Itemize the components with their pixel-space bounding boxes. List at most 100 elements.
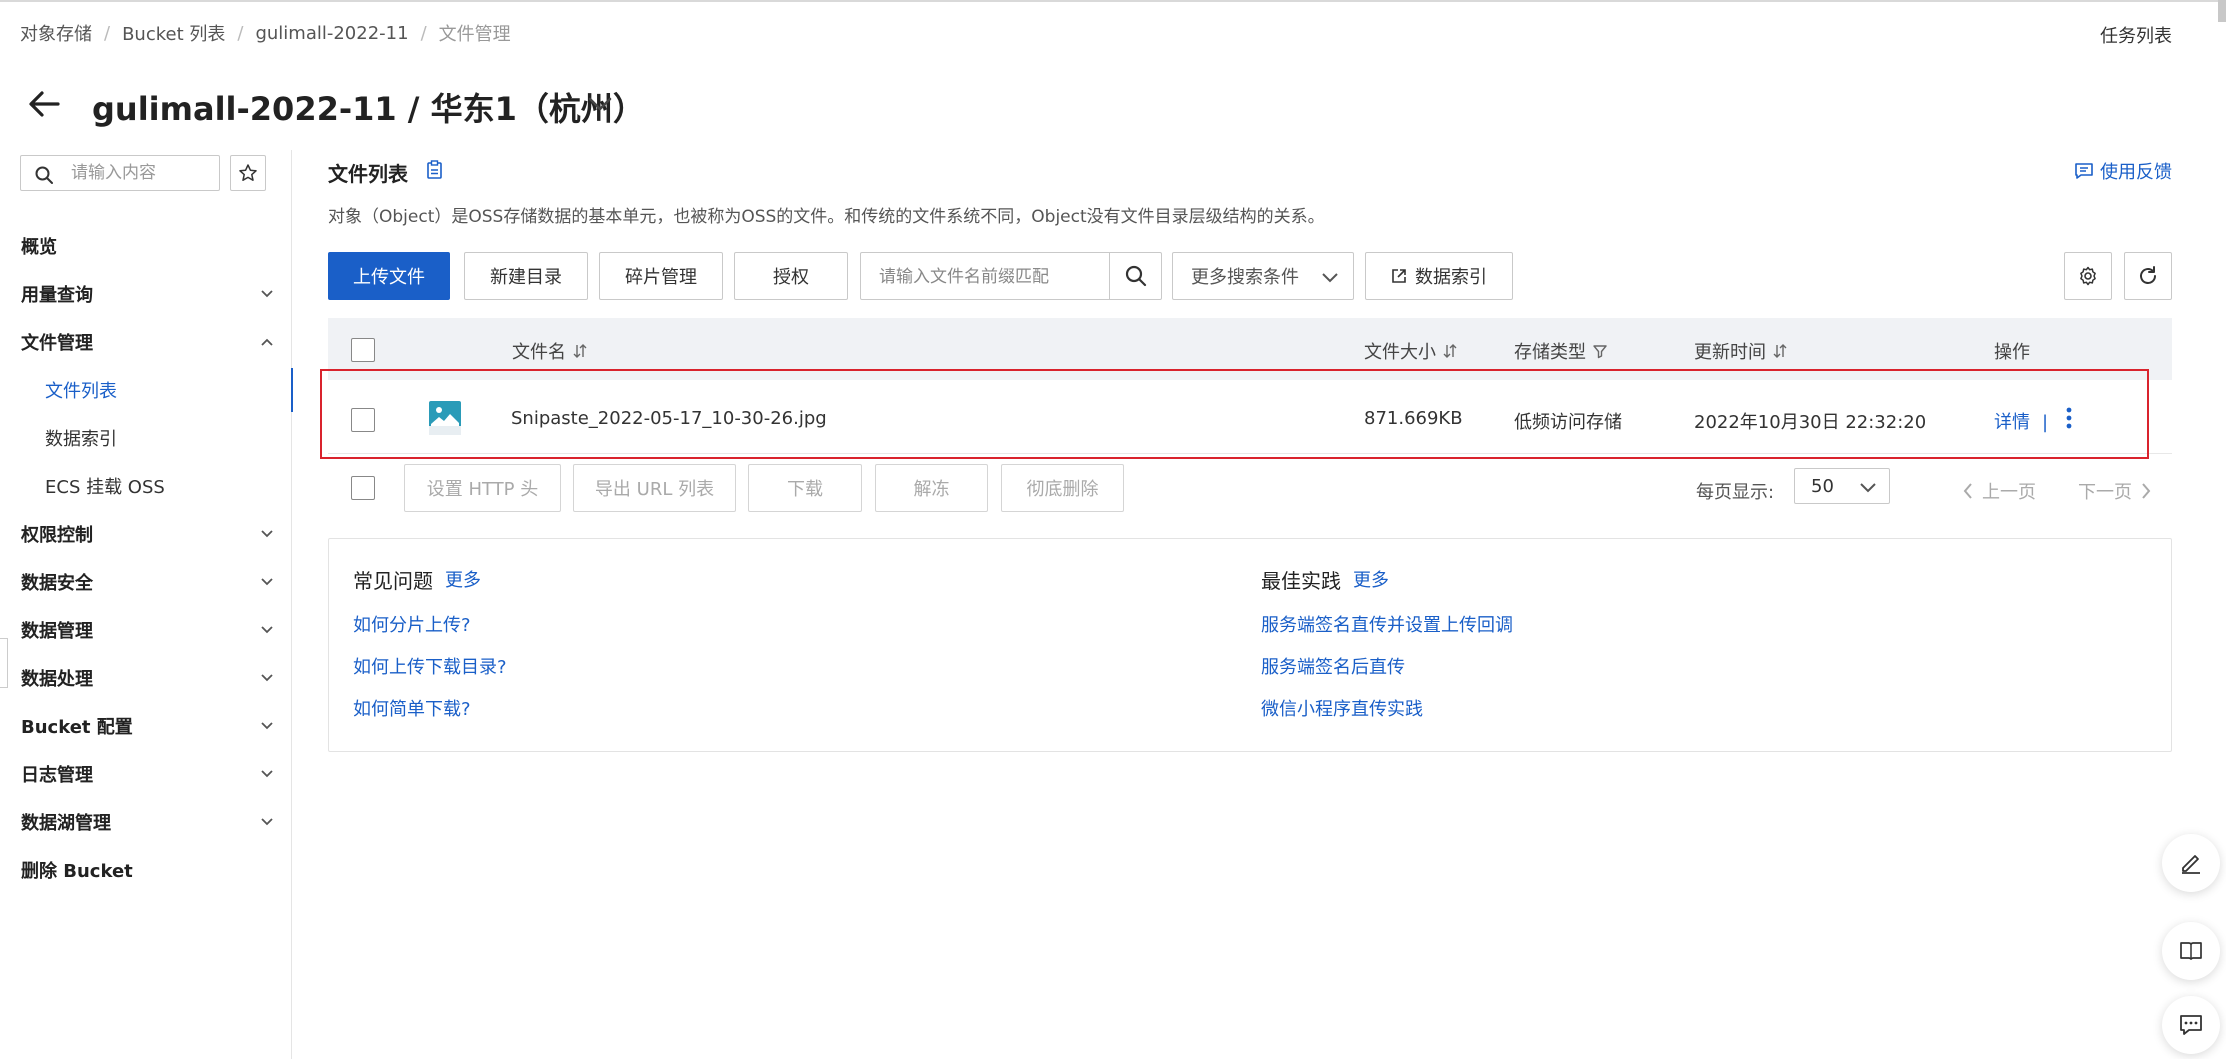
image-file-icon xyxy=(428,400,462,441)
bulk-select-checkbox[interactable] xyxy=(351,476,375,500)
select-all-checkbox[interactable] xyxy=(351,338,375,362)
breadcrumb-separator: / xyxy=(104,22,111,44)
export-url-button[interactable]: 导出 URL 列表 xyxy=(573,464,736,512)
best-practice-more-link[interactable]: 更多 xyxy=(1353,566,1389,592)
chevron-right-icon xyxy=(2142,483,2151,499)
sidebar-item-bucket-config[interactable]: Bucket 配置 xyxy=(0,702,292,750)
next-page-button[interactable]: 下一页 xyxy=(2078,478,2152,504)
breadcrumb-separator: / xyxy=(420,22,427,44)
download-button[interactable]: 下载 xyxy=(748,464,862,512)
help-card: 常见问题 更多 如何分片上传? 如何上传下载目录? 如何简单下载? 最佳实践 更多 … xyxy=(328,538,2172,752)
authorize-button[interactable]: 授权 xyxy=(734,252,848,300)
sidebar-collapse-tab[interactable] xyxy=(0,638,8,688)
page-size-select[interactable]: 50 xyxy=(1794,468,1890,504)
sidebar-search[interactable] xyxy=(20,155,220,191)
clipboard-icon[interactable] xyxy=(426,160,444,185)
search-icon xyxy=(35,166,53,184)
sidebar-item-delete-bucket[interactable]: 删除 Bucket xyxy=(0,846,292,894)
new-directory-button[interactable]: 新建目录 xyxy=(464,252,588,300)
chevron-left-icon xyxy=(1963,483,1972,499)
faq-link[interactable]: 如何分片上传? xyxy=(353,611,507,636)
sidebar-search-input[interactable] xyxy=(71,160,211,186)
sidebar-item-usage[interactable]: 用量查询 xyxy=(0,270,292,318)
sidebar-item-data-processing[interactable]: 数据处理 xyxy=(0,654,292,702)
best-practice-link[interactable]: 服务端签名后直传 xyxy=(1261,653,1513,678)
task-list-link[interactable]: 任务列表 xyxy=(2100,22,2172,48)
table-header: 文件名 文件大小 存储类型 更新时间 操作 xyxy=(328,318,2172,380)
chevron-down-icon xyxy=(261,578,273,586)
more-vertical-icon[interactable] xyxy=(2064,406,2074,435)
prev-page-button[interactable]: 上一页 xyxy=(1962,478,2036,504)
ops-separator: | xyxy=(2042,412,2049,433)
row-operations: 详情 | xyxy=(1994,408,2060,434)
file-name-link[interactable]: Snipaste_2022-05-17_10-30-26.jpg xyxy=(511,408,827,429)
feedback-icon xyxy=(2075,163,2093,179)
chat-icon[interactable] xyxy=(2162,996,2220,1054)
upload-button[interactable]: 上传文件 xyxy=(328,252,450,300)
sidebar-item-data-security[interactable]: 数据安全 xyxy=(0,558,292,606)
sidebar-item-ecs-mount[interactable]: ECS 挂载 OSS xyxy=(0,462,292,510)
faq-title: 常见问题 xyxy=(353,568,433,593)
chevron-down-icon xyxy=(261,674,273,682)
chevron-down-icon xyxy=(261,818,273,826)
top-border xyxy=(0,0,2226,2)
column-operations: 操作 xyxy=(1994,342,2030,363)
chevron-down-icon xyxy=(261,722,273,730)
sidebar-item-data-management[interactable]: 数据管理 xyxy=(0,606,292,654)
search-icon[interactable] xyxy=(1109,253,1161,299)
column-name[interactable]: 文件名 xyxy=(512,338,588,364)
chevron-down-icon xyxy=(261,626,273,634)
sidebar-item-file-list[interactable]: 文件列表 xyxy=(0,366,293,414)
best-practice-link[interactable]: 微信小程序直传实践 xyxy=(1261,695,1513,720)
chevron-down-icon xyxy=(261,770,273,778)
sidebar-item-permissions[interactable]: 权限控制 xyxy=(0,510,292,558)
column-size[interactable]: 文件大小 xyxy=(1364,338,1458,364)
chevron-down-icon xyxy=(1322,273,1338,283)
star-icon[interactable] xyxy=(230,155,266,191)
row-checkbox[interactable] xyxy=(351,408,375,432)
faq-link[interactable]: 如何简单下载? xyxy=(353,695,507,720)
sidebar-item-data-index[interactable]: 数据索引 xyxy=(0,414,292,462)
page-description: 对象（Object）是OSS存储数据的基本单元，也被称为OSS的文件。和传统的文… xyxy=(328,207,1325,227)
unfreeze-button[interactable]: 解冻 xyxy=(875,464,988,512)
feedback-link[interactable]: 使用反馈 xyxy=(2074,158,2172,184)
edit-icon[interactable] xyxy=(2162,834,2220,892)
detail-link[interactable]: 详情 xyxy=(1994,412,2030,433)
column-storage-type[interactable]: 存储类型 xyxy=(1514,338,1608,364)
faq-section: 常见问题 更多 如何分片上传? 如何上传下载目录? 如何简单下载? xyxy=(353,565,507,721)
sidebar: 概览 用量查询 文件管理 文件列表 数据索引 ECS 挂载 OSS 权限控制 数… xyxy=(0,150,293,1059)
page-size-label: 每页显示: xyxy=(1696,482,1775,503)
set-http-header-button[interactable]: 设置 HTTP 头 xyxy=(404,464,561,512)
breadcrumb-oss[interactable]: 对象存储 xyxy=(20,20,92,46)
sidebar-item-logs[interactable]: 日志管理 xyxy=(0,750,292,798)
book-icon[interactable] xyxy=(2162,922,2220,980)
settings-icon[interactable] xyxy=(2064,252,2112,300)
faq-more-link[interactable]: 更多 xyxy=(445,566,481,592)
page-title: gulimall-2022-11 / 华东1（杭州） xyxy=(92,90,645,128)
bulk-actions: 设置 HTTP 头 导出 URL 列表 下载 解冻 彻底删除 每页显示: 50 … xyxy=(328,464,2172,512)
section-title: 文件列表 xyxy=(328,162,408,186)
more-search-conditions-dropdown[interactable]: 更多搜索条件 xyxy=(1172,252,1354,300)
sidebar-item-file-management[interactable]: 文件管理 xyxy=(0,318,292,366)
breadcrumb-bucket[interactable]: gulimall-2022-11 xyxy=(255,23,408,44)
chevron-down-icon[interactable] xyxy=(586,94,614,114)
sidebar-nav: 概览 用量查询 文件管理 文件列表 数据索引 ECS 挂载 OSS 权限控制 数… xyxy=(0,222,293,894)
fragment-management-button[interactable]: 碎片管理 xyxy=(599,252,723,300)
column-updated[interactable]: 更新时间 xyxy=(1694,338,1788,364)
file-search-input[interactable] xyxy=(879,265,1109,289)
table-row[interactable]: Snipaste_2022-05-17_10-30-26.jpg 871.669… xyxy=(328,386,2172,454)
sidebar-item-data-lake[interactable]: 数据湖管理 xyxy=(0,798,292,846)
sort-icon xyxy=(1773,344,1787,358)
scrollbar-thumb[interactable] xyxy=(2218,0,2226,22)
permanent-delete-button[interactable]: 彻底删除 xyxy=(1001,464,1124,512)
toolbar: 上传文件 新建目录 碎片管理 授权 更多搜索条件 数据索引 xyxy=(328,252,2172,300)
breadcrumb-bucket-list[interactable]: Bucket 列表 xyxy=(122,20,225,46)
file-storage-type: 低频访问存储 xyxy=(1514,412,1622,433)
data-index-button[interactable]: 数据索引 xyxy=(1365,252,1513,300)
refresh-icon[interactable] xyxy=(2124,252,2172,300)
sidebar-item-overview[interactable]: 概览 xyxy=(0,222,292,270)
best-practice-link[interactable]: 服务端签名直传并设置上传回调 xyxy=(1261,611,1513,636)
back-arrow-icon[interactable] xyxy=(24,84,64,124)
faq-link[interactable]: 如何上传下载目录? xyxy=(353,653,507,678)
sort-icon xyxy=(573,344,587,358)
